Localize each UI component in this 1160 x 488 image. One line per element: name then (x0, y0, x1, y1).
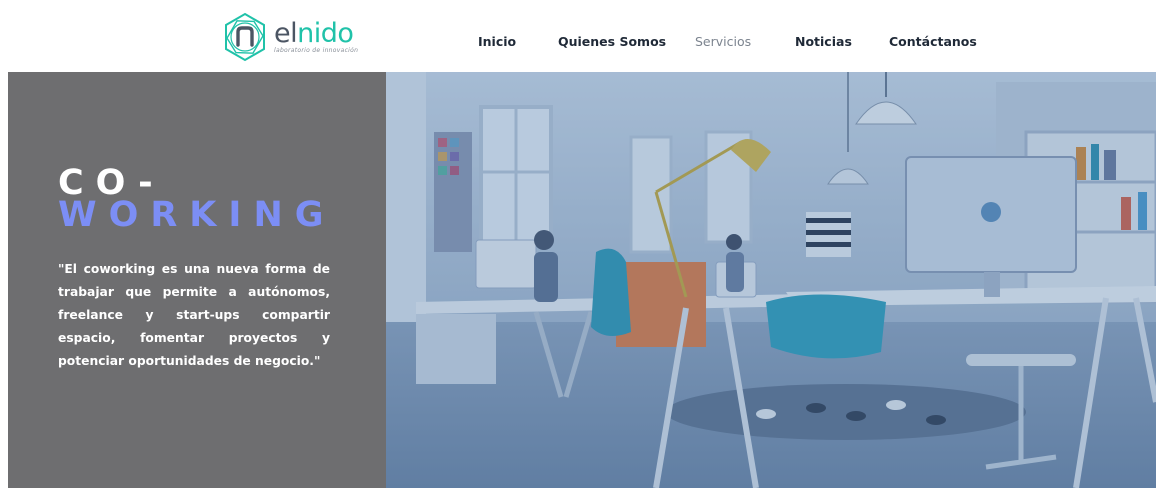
nav-inicio[interactable]: Inicio (478, 34, 516, 49)
coworking-hero: CO- WORKING "El coworking es una nueva f… (8, 72, 1156, 488)
brand-wordmark: elnido laboratorio de innovación (274, 20, 358, 54)
brand-name-suffix: nido (297, 18, 354, 49)
brand-tagline: laboratorio de innovación (274, 47, 359, 54)
nav-servicios[interactable]: Servicios (695, 34, 751, 49)
brand-name-prefix: el (274, 18, 298, 49)
nav-noticias[interactable]: Noticias (795, 34, 852, 49)
nav-contactanos[interactable]: Contáctanos (889, 34, 977, 49)
coworking-office-photo (386, 72, 1156, 488)
site-logo[interactable]: elnido laboratorio de innovación (222, 12, 358, 62)
nido-logo-icon (225, 12, 265, 62)
hero-title-line2: WORKING (58, 195, 336, 235)
site-header: elnido laboratorio de innovación Inicio … (0, 0, 1160, 72)
nav-quienes-somos[interactable]: Quienes Somos (558, 34, 666, 49)
hero-quote: "El coworking es una nueva forma de trab… (58, 262, 330, 368)
hero-text-panel: CO- WORKING "El coworking es una nueva f… (8, 72, 386, 488)
